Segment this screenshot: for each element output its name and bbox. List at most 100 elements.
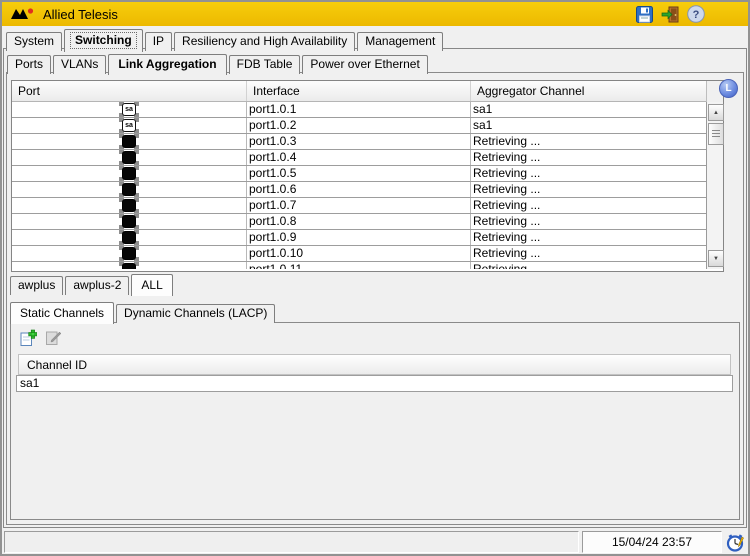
tab-label: Link Aggregation: [118, 57, 216, 71]
tab-power-over-ethernet[interactable]: Power over Ethernet: [302, 55, 427, 74]
port-icon: [119, 214, 139, 229]
port-table-body: sa port1.0.1 sa1 sa port1.0.2 sa1 port1.…: [12, 102, 706, 269]
channels-toolbar: [11, 323, 739, 352]
tab-label: Resiliency and High Availability: [182, 34, 347, 48]
interface-cell: port1.0.9: [247, 230, 471, 245]
sa-port-icon: sa: [119, 102, 139, 117]
tab-label: awplus: [18, 278, 55, 292]
main-tab-bar: System Switching IP Resiliency and High …: [6, 29, 445, 51]
channel-table: Channel ID sa1: [16, 354, 733, 392]
port-icon-label: [122, 167, 136, 180]
tab-label: FDB Table: [237, 57, 293, 71]
port-icon-label: sa: [122, 119, 136, 132]
tab-label: Static Channels: [20, 306, 104, 320]
save-icon: [635, 5, 654, 24]
port-table: Port Interface Aggregator Channel sa por…: [11, 80, 724, 272]
column-header-channel-id: Channel ID: [18, 354, 731, 375]
stack-tab-bar: awplus awplus-2 ALL: [10, 274, 175, 295]
interface-cell: port1.0.4: [247, 150, 471, 165]
port-cell: sa: [12, 102, 247, 117]
tab-static-channels[interactable]: Static Channels: [10, 302, 114, 324]
tab-system[interactable]: System: [6, 32, 62, 51]
tab-label: ALL: [141, 278, 162, 292]
edit-channel-button[interactable]: [44, 329, 62, 347]
port-table-header: Port Interface Aggregator Channel: [12, 81, 706, 102]
table-row[interactable]: port1.0.6 Retrieving ...: [12, 182, 706, 198]
allied-telesis-logo-icon: [10, 7, 36, 22]
interface-cell: port1.0.7: [247, 198, 471, 213]
port-cell: sa: [12, 118, 247, 133]
exit-button[interactable]: [660, 4, 680, 24]
table-row[interactable]: sa port1.0.1 sa1: [12, 102, 706, 118]
channel-cell: sa1: [471, 102, 706, 117]
tab-awplus[interactable]: awplus: [10, 276, 63, 295]
tab-awplus-2[interactable]: awplus-2: [65, 276, 129, 295]
table-row[interactable]: port1.0.5 Retrieving ...: [12, 166, 706, 182]
port-icon: [119, 150, 139, 165]
tab-ports[interactable]: Ports: [7, 55, 51, 74]
channel-cell: Retrieving ...: [471, 262, 706, 269]
port-icon: [119, 182, 139, 197]
exit-icon: [661, 5, 680, 24]
interface-cell: port1.0.11: [247, 262, 471, 269]
table-row[interactable]: sa port1.0.2 sa1: [12, 118, 706, 134]
tab-label: Dynamic Channels (LACP): [124, 306, 267, 320]
scroll-up-button[interactable]: ▲: [708, 104, 724, 121]
status-datetime: 15/04/24 23:57: [582, 531, 722, 553]
switching-tab-bar: Ports VLANs Link Aggregation FDB Table P…: [7, 54, 430, 74]
table-row[interactable]: port1.0.10 Retrieving ...: [12, 246, 706, 262]
tab-link-aggregation[interactable]: Link Aggregation: [108, 54, 226, 75]
tab-switching[interactable]: Switching: [64, 29, 143, 52]
port-icon-label: [122, 231, 136, 244]
add-channel-button[interactable]: [19, 329, 37, 347]
port-icon: [119, 198, 139, 213]
table-row[interactable]: port1.0.3 Retrieving ...: [12, 134, 706, 150]
port-icon-label: [122, 247, 136, 260]
edit-channel-icon: [44, 329, 62, 347]
port-icon: [119, 246, 139, 261]
table-row[interactable]: port1.0.11 Retrieving ...: [12, 262, 706, 269]
port-icon: [119, 230, 139, 245]
port-icon: [119, 166, 139, 181]
clock-icon: [726, 533, 745, 552]
scroll-down-button[interactable]: ▼: [708, 250, 724, 267]
app-window: Allied Telesis: [0, 0, 750, 556]
port-cell: [12, 230, 247, 245]
tab-fdb-table[interactable]: FDB Table: [229, 55, 301, 74]
tab-all[interactable]: ALL: [131, 274, 172, 296]
vertical-scrollbar[interactable]: ▲ ▼: [706, 102, 723, 269]
scrollbar-thumb[interactable]: [708, 123, 724, 145]
channel-cell: Retrieving ...: [471, 214, 706, 229]
port-icon-label: sa: [122, 103, 136, 116]
port-cell: [12, 246, 247, 261]
channel-row[interactable]: sa1: [16, 375, 733, 392]
tab-ip[interactable]: IP: [145, 32, 172, 51]
tab-label: Management: [365, 34, 435, 48]
port-cell: [12, 150, 247, 165]
port-cell: [12, 198, 247, 213]
tab-resiliency[interactable]: Resiliency and High Availability: [174, 32, 355, 51]
interface-cell: port1.0.6: [247, 182, 471, 197]
tab-dynamic-channels-lacp[interactable]: Dynamic Channels (LACP): [116, 304, 275, 323]
switching-panel: Ports VLANs Link Aggregation FDB Table P…: [3, 48, 747, 528]
tab-label: awplus-2: [73, 278, 121, 292]
table-row[interactable]: port1.0.9 Retrieving ...: [12, 230, 706, 246]
save-button[interactable]: [634, 4, 654, 24]
static-channels-panel: Channel ID sa1: [10, 322, 740, 520]
channel-cell: sa1: [471, 118, 706, 133]
statusbar: 15/04/24 23:57: [3, 531, 747, 553]
tab-label: Switching: [70, 32, 137, 49]
port-icon-label: [122, 263, 136, 269]
table-row[interactable]: port1.0.8 Retrieving ...: [12, 214, 706, 230]
table-row[interactable]: port1.0.4 Retrieving ...: [12, 150, 706, 166]
tab-vlans[interactable]: VLANs: [53, 55, 106, 74]
sa-port-icon: sa: [119, 118, 139, 133]
tab-management[interactable]: Management: [357, 32, 443, 51]
status-message-area: [4, 531, 579, 553]
port-icon: [119, 134, 139, 149]
window-title: Allied Telesis: [43, 7, 118, 22]
legend-button[interactable]: L: [719, 79, 738, 98]
refresh-time-button[interactable]: [725, 531, 746, 553]
help-button[interactable]: ?: [686, 4, 706, 24]
table-row[interactable]: port1.0.7 Retrieving ...: [12, 198, 706, 214]
